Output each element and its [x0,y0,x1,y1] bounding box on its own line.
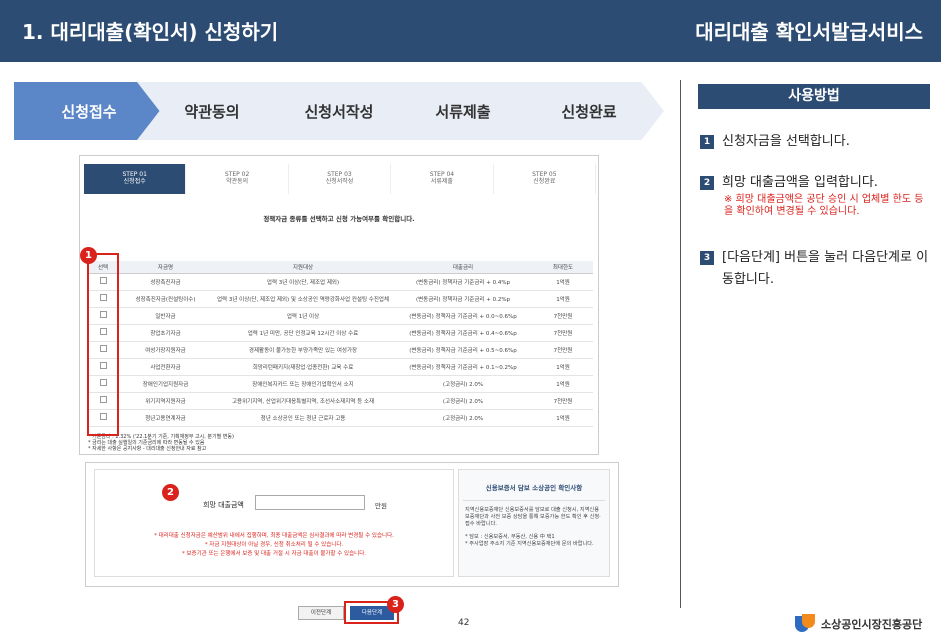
step-done: 신청완료 [514,82,664,140]
limit-cell: 7천만원 [533,341,593,359]
fund-table: 선택 자금명 지원대상 대출금리 최대한도 성장촉진자금 업력 3년 이상(단, … [88,261,593,427]
target-cell: 업력 3년 이상(단, 제조업 제외) [213,273,393,291]
col-fund: 자금명 [118,261,213,274]
target-cell: 고용위기지역, 산업위기대응특별지역, 조선사소재지역 등 소재 [213,392,393,410]
target-cell: 업력 3년 이상(단, 제조업 제외) 및 소상공인 역량강화사업 컨설팅 수진… [213,290,393,308]
step-number: 1 [700,135,714,149]
prev-step-button[interactable]: 이전단계 [298,606,344,620]
target-cell: 희망리턴패키지(재창업·업종전환) 교육 수료 [213,358,393,376]
page-title: 1. 대리대출(확인서) 신청하기 [22,20,279,44]
table-row[interactable]: 위기지역지원자금 고용위기지역, 산업위기대응특별지역, 조선사소재지역 등 소재… [88,392,593,410]
limit-cell: 1억원 [533,358,593,376]
fund-name-cell: 성장촉진자금 [118,273,213,291]
table-row[interactable]: 사업전환자금 희망리턴패키지(재창업·업종전환) 교육 수료 (변동금리) 정책자금… [88,358,593,376]
amount-notes: * 대리대출 신청자금은 예산범위 내에서 집행하며, 최종 대출금액은 심사결… [154,533,394,557]
screenshot-panel: STEP 01 신청접수 STEP 02 약관동의 STEP 03 신청서작성 STE… [79,155,599,455]
doc-step-bar: STEP 01 신청접수 STEP 02 약관동의 STEP 03 신청서작성 STE… [84,164,597,194]
rate-cell: (고정금리) 2.0% [393,392,533,410]
table-row[interactable]: 창업초기자금 업력 1년 미만, 공단 인정교육 12시간 이상 수료 (변동금리)… [88,324,593,342]
target-cell: 장애인복지카드 또는 장애인기업확인서 소지 [213,375,393,393]
step-docs: 서류제출 [388,82,538,140]
step-terms: 약관동의 [137,82,287,140]
rate-cell: (변동금리) 정책자금 기준금리 + 0.0~0.6%p [393,307,533,325]
page-number: 42 [458,618,470,628]
fund-name-cell: 장애인기업지원자금 [118,375,213,393]
guarantee-text: * 주사업장 주소지 기준 지역신용보증재단에 문의 바랍니다. [465,541,594,547]
step-form: 신청서작성 [264,82,414,140]
limit-cell: 1억원 [533,375,593,393]
target-cell: 업력 1년 이상 [213,307,393,325]
step-apply: 신청접수 [14,82,164,140]
guarantee-text: * 담보 : 신용보증서, 부동산, 신용 中 택1 [465,534,555,540]
logo-mark-icon [795,614,815,634]
step-number: 3 [700,251,714,265]
limit-cell: 1억원 [533,290,593,308]
warning-note: ※ 희망 대출금액은 공단 승인 시 업체별 한도 등을 확인하여 변경될 수 … [724,194,924,217]
fund-name-cell: 청년고용연계자금 [118,409,213,427]
rate-cell: (고정금리) 2.0% [393,375,533,393]
usage-item-1: 1 신청자금을 선택합니다. [700,131,930,153]
target-cell: 업력 1년 미만, 공단 인정교육 12시간 이상 수료 [213,324,393,342]
rate-cell: (변동금리) 정책자금 기준금리 + 0.4~0.6%p [393,324,533,342]
callout-badge-3: 3 [387,596,404,613]
col-target: 지원대상 [213,261,393,274]
limit-cell: 1억원 [533,409,593,427]
limit-cell: 7천만원 [533,392,593,410]
org-name: 소상공인시장진흥공단 [821,618,923,631]
guarantee-info-box: 신용보증서 담보 소상공인 확인사항 지역신용보증재단 신용보증서를 담보로 대… [458,469,610,577]
limit-cell: 7천만원 [533,307,593,325]
doc-step: STEP 01 신청접수 [84,164,187,194]
limit-cell: 1억원 [533,273,593,291]
title-bar: 1. 대리대출(확인서) 신청하기 대리대출 확인서발급서비스 [0,0,941,62]
callout-badge-2: 2 [162,484,179,501]
doc-step: STEP 02 약관동의 [186,164,289,194]
target-cell: 청년 소상공인 또는 청년 근로자 고용 [213,409,393,427]
usage-item-2: 2 희망 대출금액을 입력합니다. [700,172,930,194]
rate-cell: (변동금리) 정책자금 기준금리 + 0.4%p [393,273,533,291]
usage-item-3: 3 [다음단계] 버튼을 눌러 다음단계로 이동합니다. [700,247,930,291]
rate-cell: (변동금리) 정책자금 기준금리 + 0.1~0.2%p [393,358,533,376]
amount-label: 희망 대출금액 [203,501,244,509]
rate-cell: (변동금리) 정책자금 기준금리 + 0.2%p [393,290,533,308]
table-row[interactable]: 청년고용연계자금 청년 소상공인 또는 청년 근로자 고용 (고정금리) 2.0% 1… [88,409,593,427]
col-rate: 대출금리 [393,261,533,274]
table-row[interactable]: 일반자금 업력 1년 이상 (변동금리) 정책자금 기준금리 + 0.0~0.6%p… [88,307,593,325]
table-row[interactable]: 장애인기업지원자금 장애인복지카드 또는 장애인기업확인서 소지 (고정금리) 2.… [88,375,593,393]
fund-name-cell: 일반자금 [118,307,213,325]
fund-name-cell: 여성가장지원자금 [118,341,213,359]
table-row[interactable]: 성장촉진자금(컨설팅이수) 업력 3년 이상(단, 제조업 제외) 및 소상공인 … [88,290,593,308]
limit-cell: 7천만원 [533,324,593,342]
fund-name-cell: 사업전환자금 [118,358,213,376]
divider [680,80,681,608]
doc-step: STEP 04 서류제출 [391,164,494,194]
guarantee-title: 신용보증서 담보 소상공인 확인사항 [463,482,605,501]
fund-name-cell: 위기지역지원자금 [118,392,213,410]
footnotes: * 기준금리 : 2.32% ('22.1분기 기준, 기획재정부 고시, 분기… [88,434,234,452]
table-row[interactable]: 여성가장지원자금 경제활동이 불가능한 부양가족만 있는 여성가장 (변동금리) 정… [88,341,593,359]
rate-cell: (고정금리) 2.0% [393,409,533,427]
fund-name-cell: 성장촉진자금(컨설팅이수) [118,290,213,308]
amount-input[interactable] [255,495,365,510]
col-limit: 최대한도 [533,261,593,274]
step-number: 2 [700,176,714,190]
unit-label: 만원 [375,502,387,510]
amount-form: 희망 대출금액 만원 * 대리대출 신청자금은 예산범위 내에서 집행하며, 최… [94,469,454,577]
rate-cell: (변동금리) 정책자금 기준금리 + 0.5~0.6%p [393,341,533,359]
doc-step: STEP 03 신청서작성 [289,164,392,194]
doc-step: STEP 05 신청완료 [494,164,597,194]
select-column-highlight [87,253,119,436]
usage-header: 사용방법 [698,84,930,109]
table-row[interactable]: 성장촉진자금 업력 3년 이상(단, 제조업 제외) (변동금리) 정책자금 기준금… [88,273,593,291]
org-logo: 소상공인시장진흥공단 [795,614,922,634]
fund-name-cell: 창업초기자금 [118,324,213,342]
callout-badge-1: 1 [80,247,97,264]
guarantee-text: 지역신용보증재단 신용보증서를 담보로 대출 신청시, 지역신용보증재단과 사전… [465,507,601,527]
amount-form-panel: 희망 대출금액 만원 * 대리대출 신청자금은 예산범위 내에서 집행하며, 최… [85,462,619,587]
step-progress: 신청접수 약관동의 신청서작성 서류제출 신청완료 [14,82,664,140]
target-cell: 경제활동이 불가능한 부양가족만 있는 여성가장 [213,341,393,359]
service-title: 대리대출 확인서발급서비스 [695,20,923,44]
instruction-text: 정책자금 종류를 선택하고 신청 가능여부를 확인합니다. [263,215,415,223]
